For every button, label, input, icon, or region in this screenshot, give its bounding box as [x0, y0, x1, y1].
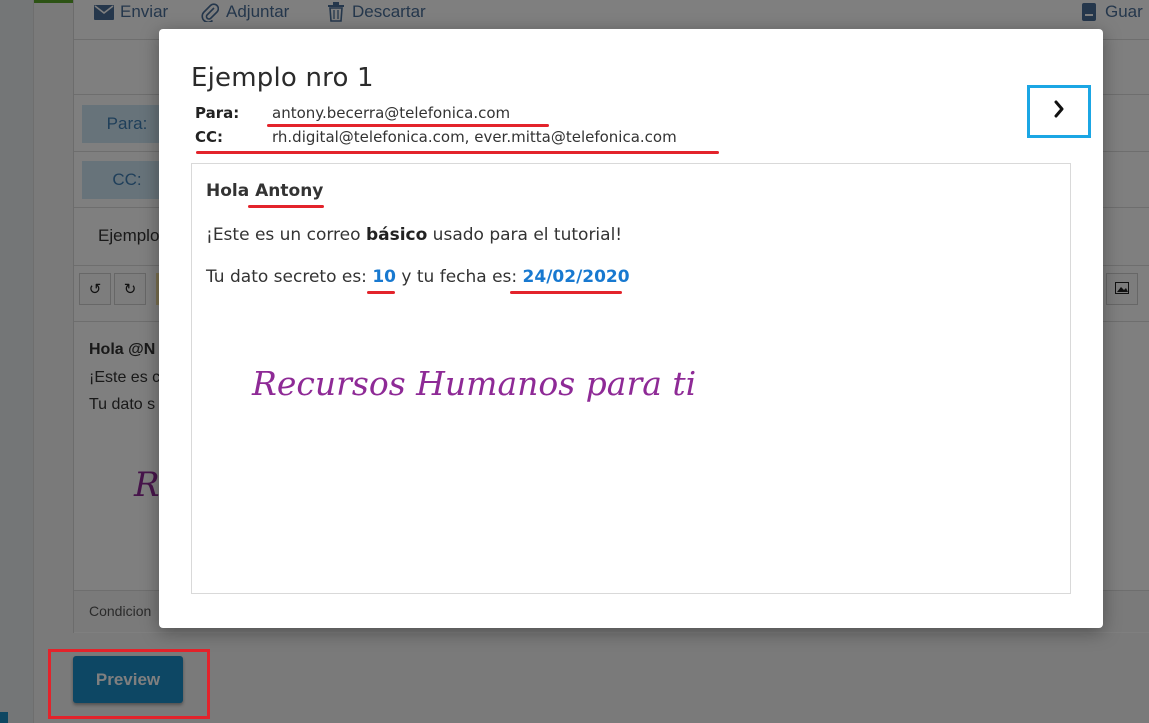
line1-suffix: usado para el tutorial!	[427, 225, 623, 245]
secret-underline	[367, 291, 395, 294]
modal-title: Ejemplo nro 1	[191, 63, 374, 93]
to-value: antony.becerra@telefonica.com	[272, 104, 511, 122]
chevron-right-icon	[1053, 100, 1065, 123]
date-value: 24/02/2020	[522, 267, 630, 287]
preview-highlight-box	[48, 649, 210, 719]
email-preview-frame: Hola Antony ¡Este es un correo básico us…	[191, 163, 1071, 594]
cc-underline	[196, 151, 719, 154]
line1-bold: básico	[365, 225, 428, 245]
to-underline	[267, 124, 549, 127]
line2-prefix: Tu dato secreto es:	[206, 267, 373, 287]
greeting-prefix: Hola	[206, 181, 256, 201]
greeting-name: Antony	[255, 181, 324, 201]
next-button[interactable]	[1027, 85, 1091, 138]
secret-value: 10	[372, 267, 396, 287]
date-underline	[510, 291, 622, 294]
cc-value: rh.digital@telefonica.com, ever.mitta@te…	[272, 128, 677, 146]
email-preview-modal: Ejemplo nro 1 Para: antony.becerra@telef…	[159, 29, 1103, 628]
greeting-line: Hola Antony	[206, 181, 323, 201]
line2-middle: y tu fecha es:	[396, 267, 523, 287]
body-line-1: ¡Este es un correo básico usado para el …	[206, 225, 622, 245]
signature-text: Recursos Humanos para ti	[252, 364, 697, 403]
line1-prefix: ¡Este es un correo	[206, 225, 366, 245]
name-underline	[248, 205, 324, 208]
body-line-2: Tu dato secreto es: 10 y tu fecha es: 24…	[206, 267, 630, 287]
to-label: Para:	[195, 104, 240, 122]
cc-label: CC:	[195, 128, 224, 146]
